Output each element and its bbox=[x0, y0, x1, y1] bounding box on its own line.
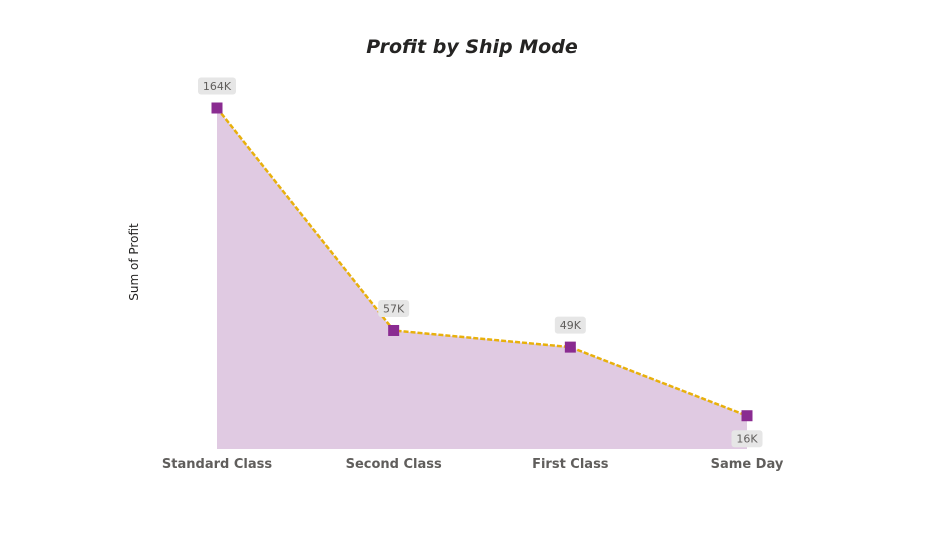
x-tick-label: First Class bbox=[532, 457, 609, 472]
chart-svg: Sum of Profit 164K 57K 49K 16K Standard Clas… bbox=[127, 77, 784, 472]
area-fill bbox=[217, 108, 747, 449]
data-point-marker bbox=[741, 410, 753, 422]
data-point-marker bbox=[564, 341, 576, 353]
data-label: 16K bbox=[736, 433, 758, 446]
data-label: 164K bbox=[203, 80, 232, 93]
data-label: 49K bbox=[560, 319, 582, 332]
plot-area: 164K 57K 49K 16K Standard Class Second Class F… bbox=[162, 77, 784, 472]
y-axis-title: Sum of Profit bbox=[127, 223, 141, 301]
data-point-marker bbox=[211, 102, 223, 114]
x-tick-label: Standard Class bbox=[162, 457, 272, 472]
x-tick-label: Same Day bbox=[711, 457, 784, 472]
x-tick-label: Second Class bbox=[346, 457, 442, 472]
data-label: 57K bbox=[383, 302, 405, 315]
data-point-marker bbox=[388, 324, 400, 336]
